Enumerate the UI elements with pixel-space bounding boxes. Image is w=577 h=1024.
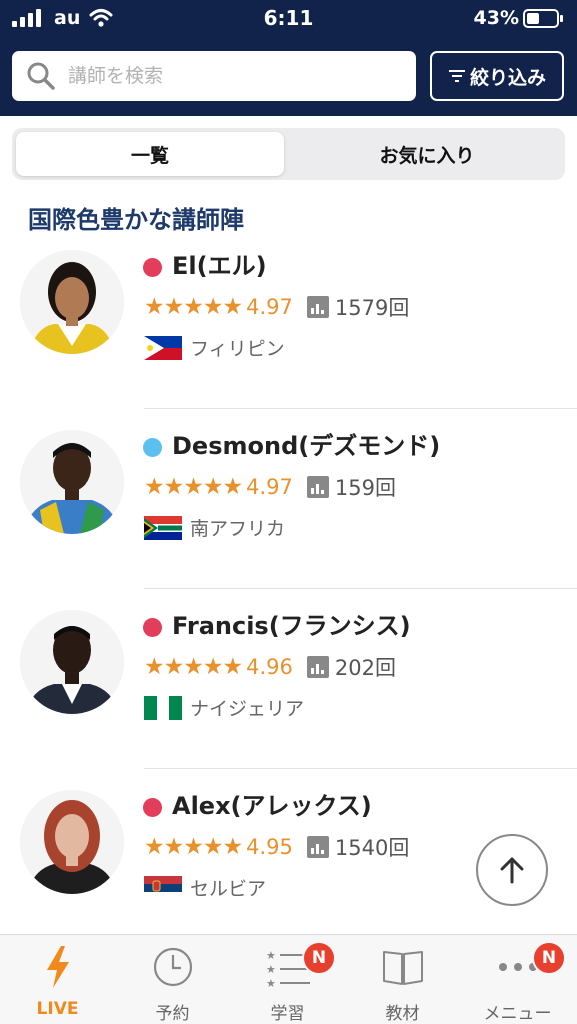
notification-badge: N xyxy=(532,941,566,975)
rating-row: ★★★★★ 4.96 202回 xyxy=(144,652,396,682)
search-icon xyxy=(27,62,55,90)
nigeria-flag-icon xyxy=(144,695,182,720)
country-row: フィリピン xyxy=(144,334,285,361)
online-status-dot xyxy=(143,798,162,817)
filter-label: 絞り込み xyxy=(469,66,546,89)
teacher-name[interactable]: Alex(アレックス) xyxy=(172,786,372,821)
teacher-avatar[interactable] xyxy=(20,430,124,534)
philippines-flag-icon xyxy=(144,335,182,360)
section-title: 国際色豊かな講師陣 xyxy=(28,206,244,234)
rating-stars: ★★★★★ xyxy=(144,654,243,680)
rating-stars: ★★★★★ xyxy=(144,834,243,860)
filter-button[interactable]: 絞り込み xyxy=(430,51,564,101)
bar-chart-icon xyxy=(306,476,329,498)
svg-text:★: ★ xyxy=(266,963,276,976)
search-bar[interactable] xyxy=(12,51,416,101)
online-status-dot xyxy=(143,438,162,457)
rating-row: ★★★★★ 4.97 1579回 xyxy=(144,292,409,322)
status-bar: au 6:11 43% xyxy=(0,0,577,38)
rating-stars: ★★★★★ xyxy=(144,474,243,500)
country-row: ナイジェリア xyxy=(144,694,304,721)
lightning-icon xyxy=(36,945,80,989)
tab-label: 教材 xyxy=(385,1004,420,1024)
online-status-dot xyxy=(143,618,162,637)
notification-badge: N xyxy=(302,941,336,975)
country-row: 南アフリカ xyxy=(144,514,285,541)
country-name: フィリピン xyxy=(190,338,285,360)
segment-all[interactable]: 一覧 xyxy=(16,132,284,176)
teacher-avatar[interactable] xyxy=(20,790,124,894)
rating-score: 4.96 xyxy=(246,655,293,679)
rating-row: ★★★★★ 4.97 159回 xyxy=(144,472,396,502)
rating-score: 4.95 xyxy=(246,835,293,859)
lesson-count: 159回 xyxy=(334,476,396,500)
lesson-count: 202回 xyxy=(334,656,396,680)
list-segmented-control: 一覧 お気に入り xyxy=(12,128,565,180)
row-divider xyxy=(144,768,577,769)
segment-favorites[interactable]: お気に入り xyxy=(293,132,561,176)
tab-reservation[interactable]: 予約 xyxy=(115,935,230,1024)
teacher-name[interactable]: Francis(フランシス) xyxy=(172,606,411,641)
lesson-count: 1540回 xyxy=(334,836,410,860)
svg-text:★: ★ xyxy=(266,977,276,987)
tab-label: 予約 xyxy=(155,1004,190,1024)
battery-icon xyxy=(523,9,563,28)
tab-live[interactable]: LIVE xyxy=(0,935,115,1024)
bar-chart-icon xyxy=(306,836,329,858)
teacher-name[interactable]: Desmond(デズモンド) xyxy=(172,426,440,461)
teacher-row[interactable]: Desmond(デズモンド) ★★★★★ 4.97 159回 南アフリカ xyxy=(0,412,577,592)
header: au 6:11 43% 絞り込み xyxy=(0,0,577,116)
rating-score: 4.97 xyxy=(246,475,293,499)
battery-percent: 43% xyxy=(473,7,519,29)
tab-study[interactable]: ★ ★ ★ N 学習 xyxy=(230,935,345,1024)
tab-label: LIVE xyxy=(36,999,79,1019)
row-divider xyxy=(144,588,577,589)
south-africa-flag-icon xyxy=(144,515,182,540)
tab-label: メニュー xyxy=(483,1004,552,1024)
teacher-avatar[interactable] xyxy=(20,610,124,714)
tab-menu[interactable]: N メニュー xyxy=(460,935,575,1024)
country-name: 南アフリカ xyxy=(190,518,286,540)
teacher-row[interactable]: Francis(フランシス) ★★★★★ 4.96 202回 ナイジェリア xyxy=(0,592,577,772)
rating-row: ★★★★★ 4.95 1540回 xyxy=(144,832,409,862)
teacher-row[interactable]: El(エル) ★★★★★ 4.97 1579回 フィリピン xyxy=(0,232,577,412)
country-row: セルビア xyxy=(144,874,266,901)
bottom-tab-bar: LIVE 予約 ★ ★ ★ N 学習 教材 N メニュー xyxy=(0,934,577,1024)
scroll-to-top-button[interactable] xyxy=(476,834,548,906)
teacher-avatar[interactable] xyxy=(20,250,124,354)
rating-score: 4.97 xyxy=(246,295,293,319)
country-name: ナイジェリア xyxy=(190,698,305,720)
serbia-flag-icon xyxy=(144,875,182,900)
search-input[interactable] xyxy=(68,65,368,87)
bar-chart-icon xyxy=(306,296,329,318)
row-divider xyxy=(144,408,577,409)
country-name: セルビア xyxy=(190,878,267,900)
teacher-name[interactable]: El(エル) xyxy=(172,246,267,281)
lesson-count: 1579回 xyxy=(334,296,410,320)
online-status-dot xyxy=(143,258,162,277)
tab-materials[interactable]: 教材 xyxy=(345,935,460,1024)
book-icon xyxy=(381,945,425,989)
filter-icon xyxy=(448,70,465,82)
arrow-up-icon xyxy=(500,857,524,884)
bar-chart-icon xyxy=(306,656,329,678)
svg-text:★: ★ xyxy=(266,949,276,962)
rating-stars: ★★★★★ xyxy=(144,294,243,320)
tab-label: 学習 xyxy=(270,1004,305,1024)
clock-icon xyxy=(151,945,195,989)
